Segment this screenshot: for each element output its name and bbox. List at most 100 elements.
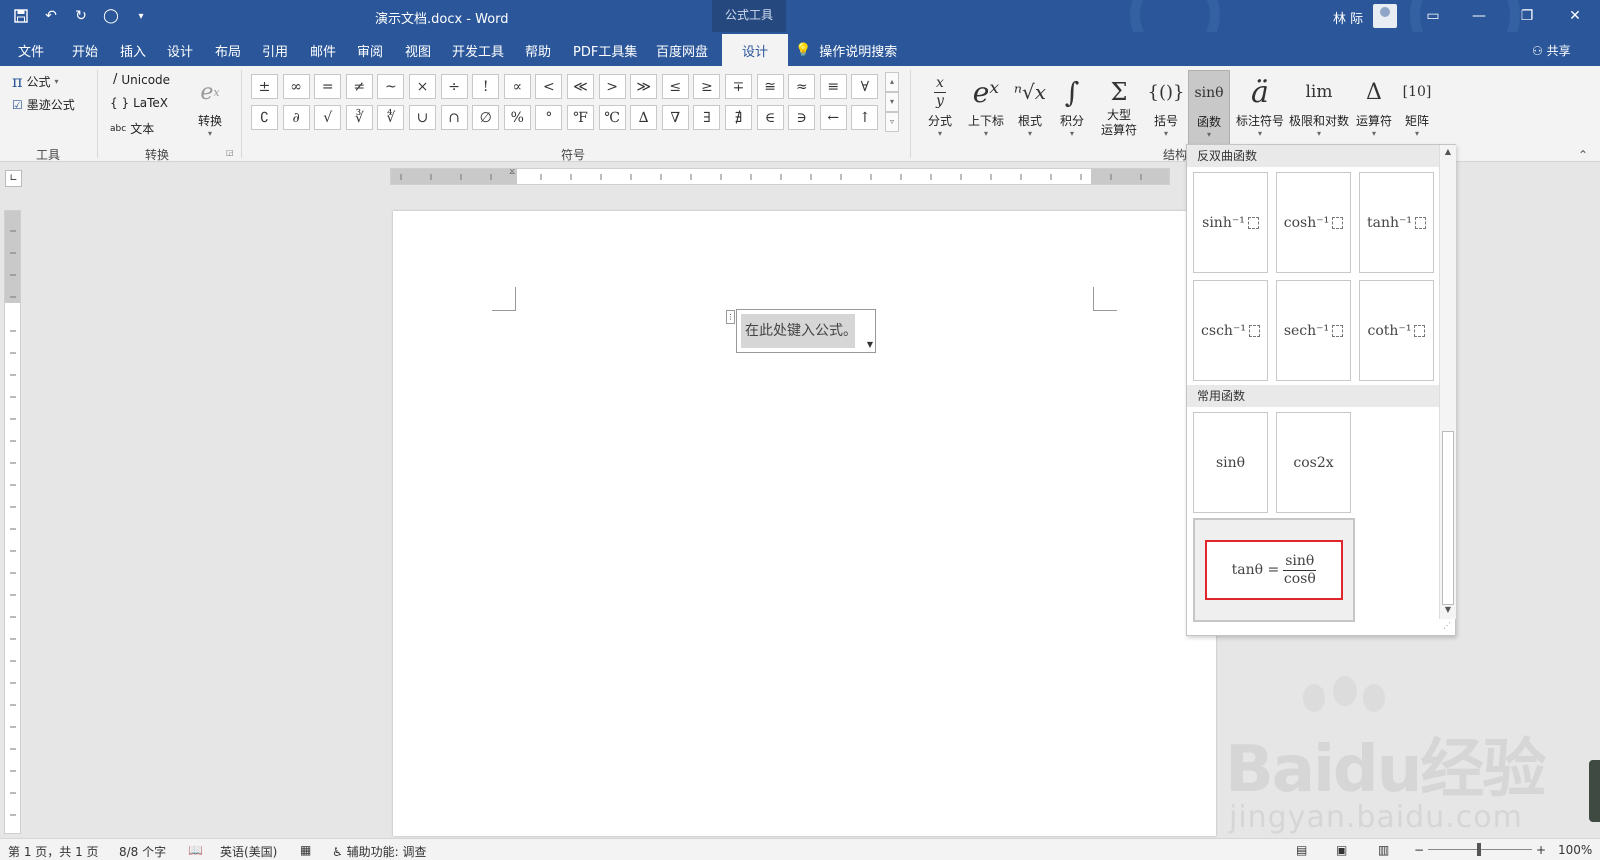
text-option[interactable]: abc 文本 bbox=[110, 120, 154, 137]
symbol-button[interactable]: ÷ bbox=[440, 74, 468, 99]
zoom-out-icon[interactable]: − bbox=[1414, 843, 1424, 857]
matrix-button[interactable]: [10] 矩阵 ▾ bbox=[1398, 70, 1436, 146]
tab-equation-design[interactable]: 设计 bbox=[722, 34, 789, 66]
symbol-button[interactable]: ≡ bbox=[819, 74, 847, 99]
undo-icon[interactable]: ↶ bbox=[40, 6, 62, 26]
symbol-button[interactable]: ∅ bbox=[472, 105, 500, 130]
minimize-icon[interactable]: — bbox=[1456, 0, 1502, 32]
gallery-item-arccsch[interactable]: csch⁻¹ bbox=[1193, 280, 1268, 381]
zoom-slider-thumb[interactable] bbox=[1477, 843, 1481, 856]
keyboard-icon[interactable]: ▦ bbox=[300, 843, 311, 857]
symbol-button[interactable]: ≤ bbox=[661, 74, 689, 99]
symbol-button[interactable]: ≫ bbox=[630, 74, 658, 99]
symbol-button[interactable]: ∩ bbox=[440, 105, 468, 130]
function-button[interactable]: sinθ 函数 ▾ bbox=[1188, 70, 1230, 146]
tab-layout[interactable]: 布局 bbox=[215, 41, 241, 60]
equation-container[interactable]: ⋮ 在此处键入公式。 ▼ bbox=[726, 309, 876, 353]
vertical-ruler[interactable] bbox=[4, 210, 21, 834]
symbol-button[interactable]: = bbox=[314, 74, 342, 99]
symbol-button[interactable]: ← bbox=[819, 105, 847, 130]
gallery-item-arccoth[interactable]: coth⁻¹ bbox=[1359, 280, 1434, 381]
tab-home[interactable]: 开始 bbox=[72, 41, 98, 60]
symbol-button[interactable]: ∝ bbox=[503, 74, 531, 99]
symbol-button[interactable]: × bbox=[409, 74, 436, 99]
document-page[interactable]: ⋮ 在此处键入公式。 ▼ bbox=[393, 211, 1216, 836]
proofing-icon[interactable]: 📖 bbox=[188, 843, 203, 857]
tab-help[interactable]: 帮助 bbox=[525, 41, 551, 60]
side-widget[interactable] bbox=[1589, 760, 1600, 822]
symbol-button[interactable]: > bbox=[598, 74, 626, 99]
symbol-button[interactable]: √ bbox=[314, 105, 342, 130]
symbol-button[interactable]: ~ bbox=[377, 74, 405, 99]
symbol-button[interactable]: ∁ bbox=[251, 105, 278, 130]
ribbon-display-icon[interactable]: ▭ bbox=[1410, 0, 1456, 32]
zoom-level[interactable]: 100% bbox=[1558, 843, 1592, 857]
scrollbar-thumb[interactable] bbox=[1442, 431, 1454, 605]
operator-button[interactable]: Δ 运算符 ▾ bbox=[1352, 70, 1396, 146]
tab-insert[interactable]: 插入 bbox=[120, 41, 146, 60]
dialog-launcher-icon[interactable]: ◲ bbox=[226, 148, 234, 157]
symbol-scroll-down[interactable]: ▾ bbox=[885, 92, 899, 112]
tab-review[interactable]: 审阅 bbox=[357, 41, 383, 60]
integral-button[interactable]: ∫ 积分 ▾ bbox=[1052, 70, 1092, 146]
ink-equation-button[interactable]: ☑ 墨迹公式 bbox=[12, 96, 75, 113]
gallery-scrollbar[interactable]: ▲ ▼ bbox=[1439, 145, 1456, 619]
word-count[interactable]: 8/8 个字 bbox=[119, 843, 166, 860]
tab-view[interactable]: 视图 bbox=[405, 41, 431, 60]
indent-marker-icon[interactable]: ⧖ bbox=[509, 169, 515, 177]
script-button[interactable]: eˣ 上下标 ▾ bbox=[964, 70, 1008, 146]
symbol-button[interactable]: ℃ bbox=[598, 105, 626, 130]
symbol-button[interactable]: ∋ bbox=[788, 105, 816, 130]
web-layout-icon[interactable]: ▥ bbox=[1378, 843, 1389, 857]
circle-icon[interactable]: ◯ bbox=[100, 6, 122, 26]
redo-icon[interactable]: ↻ bbox=[70, 6, 92, 26]
tab-developer[interactable]: 开发工具 bbox=[452, 41, 504, 60]
close-icon[interactable]: ✕ bbox=[1552, 0, 1598, 32]
tell-me-search[interactable]: 💡 操作说明搜索 bbox=[795, 41, 897, 60]
symbol-button[interactable]: ° bbox=[535, 105, 563, 130]
equation-button[interactable]: π 公式 ▾ bbox=[12, 72, 59, 91]
gallery-item-arcsech[interactable]: sech⁻¹ bbox=[1276, 280, 1351, 381]
symbol-button[interactable]: % bbox=[503, 105, 531, 130]
equation-placeholder[interactable]: 在此处键入公式。 bbox=[741, 314, 857, 348]
symbol-button[interactable]: ∛ bbox=[345, 105, 373, 130]
chevron-down-icon[interactable]: ▼ bbox=[867, 340, 873, 349]
gallery-item-tan-identity[interactable]: tanθ = sinθ cosθ bbox=[1193, 518, 1355, 622]
fraction-button[interactable]: xy 分式 ▾ bbox=[920, 70, 960, 146]
zoom-in-icon[interactable]: + bbox=[1536, 843, 1546, 857]
symbol-button[interactable]: ≈ bbox=[788, 74, 816, 99]
symbol-button[interactable]: < bbox=[535, 74, 563, 99]
symbol-button[interactable]: ∂ bbox=[282, 105, 310, 130]
latex-option[interactable]: { } LaTeX bbox=[110, 96, 168, 110]
drag-handle-icon[interactable]: ⋮ bbox=[726, 310, 735, 324]
scroll-down-icon[interactable]: ▼ bbox=[1440, 605, 1456, 614]
symbol-button[interactable]: ≪ bbox=[567, 74, 594, 99]
radical-button[interactable]: ⁿ√x 根式 ▾ bbox=[1010, 70, 1050, 146]
gallery-item-arccosh[interactable]: cosh⁻¹ bbox=[1276, 172, 1351, 273]
share-button[interactable]: ⚇ 共享 bbox=[1532, 42, 1571, 59]
symbol-scroll-up[interactable]: ▴ bbox=[885, 72, 899, 92]
tab-pdf-tools[interactable]: PDF工具集 bbox=[573, 41, 637, 60]
scroll-up-icon[interactable]: ▲ bbox=[1440, 147, 1456, 156]
symbol-button[interactable]: ! bbox=[472, 74, 500, 99]
symbol-button[interactable]: ∃ bbox=[693, 105, 721, 130]
tab-design[interactable]: 设计 bbox=[167, 41, 193, 60]
save-icon[interactable] bbox=[10, 6, 32, 26]
user-name[interactable]: 林 际 bbox=[1333, 8, 1363, 27]
gallery-item-arcsinh[interactable]: sinh⁻¹ bbox=[1193, 172, 1268, 273]
symbol-button[interactable]: ± bbox=[251, 74, 278, 99]
restore-icon[interactable]: ❐ bbox=[1504, 0, 1550, 32]
symbol-button[interactable]: ≅ bbox=[756, 74, 784, 99]
page-count[interactable]: 第 1 页，共 1 页 bbox=[8, 843, 99, 860]
tab-file[interactable]: 文件 bbox=[18, 41, 44, 60]
print-layout-icon[interactable]: ▣ bbox=[1336, 843, 1347, 857]
accent-button[interactable]: ä 标注符号 ▾ bbox=[1234, 70, 1286, 146]
symbol-button[interactable]: ≠ bbox=[345, 74, 373, 99]
symbol-button[interactable]: ∇ bbox=[661, 105, 689, 130]
limit-log-button[interactable]: lim 极限和对数 ▾ bbox=[1288, 70, 1350, 146]
gallery-item-arctanh[interactable]: tanh⁻¹ bbox=[1359, 172, 1434, 273]
symbol-more-icon[interactable]: ▿ bbox=[885, 112, 899, 132]
symbol-button[interactable]: ∓ bbox=[725, 74, 752, 99]
collapse-ribbon-icon[interactable]: ⌃ bbox=[1578, 148, 1588, 162]
convert-button[interactable]: ex 转换 ▾ bbox=[190, 70, 230, 146]
